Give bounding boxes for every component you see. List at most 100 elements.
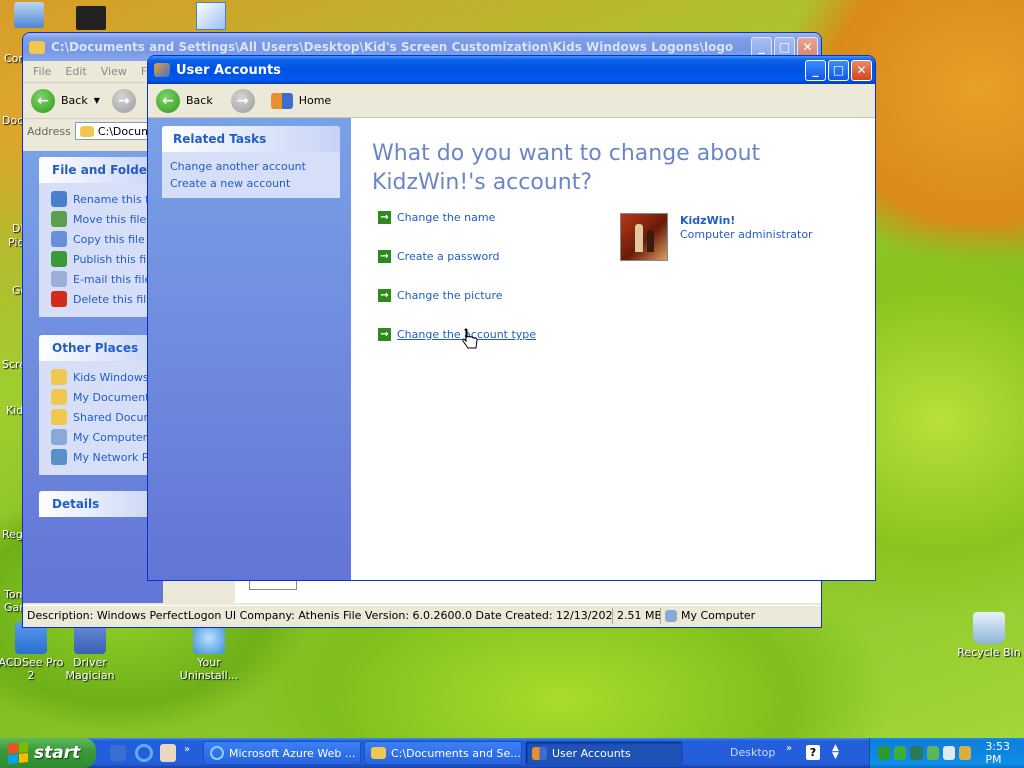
other-places-panel: Other Places Kids Windows L My Documents S… (39, 335, 163, 475)
back-button-label[interactable]: Back (61, 94, 88, 107)
user-accounts-title: User Accounts (176, 62, 281, 78)
ie-quicklaunch-icon[interactable] (135, 744, 153, 762)
status-location: My Computer (661, 608, 759, 624)
user-accounts-toolbar: ← Back → Home (148, 84, 875, 118)
desktop-icon-label: Driver Magician (65, 656, 115, 682)
user-accounts-icon (532, 746, 547, 760)
details-panel: Details (39, 491, 163, 517)
desktop-icon-your-uninstaller[interactable]: Your Uninstall... (174, 622, 244, 682)
clock[interactable]: 3:53 PM (985, 740, 1024, 766)
desktop-shortcut-icon[interactable] (196, 2, 226, 30)
tray-app-icon[interactable] (926, 746, 939, 760)
desktop-icon-label[interactable]: Gar (4, 601, 24, 614)
forward-arrow-icon[interactable]: → (111, 88, 136, 113)
task-link-label: My Documents (73, 390, 156, 404)
other-places-header[interactable]: Other Places (39, 335, 163, 361)
create-password-option[interactable]: → Create a password (378, 250, 500, 263)
desktop-shortcut-icon[interactable] (76, 6, 106, 30)
chess-piece-icon (647, 230, 654, 252)
status-location-label: My Computer (681, 609, 756, 622)
start-button[interactable]: start (0, 738, 96, 768)
toolbar-scroll-icon[interactable]: ▲ ▼ (832, 744, 844, 761)
publish-icon (51, 251, 67, 267)
task-link-label: Publish this file (73, 252, 157, 266)
create-new-account-link[interactable]: Create a new account (170, 175, 340, 192)
back-arrow-icon[interactable]: ← (31, 88, 55, 113)
move-icon (51, 211, 67, 227)
home-button-label[interactable]: Home (299, 94, 331, 107)
change-name-option[interactable]: → Change the name (378, 211, 495, 224)
taskbar-button-user-accounts[interactable]: User Accounts (525, 741, 683, 765)
option-label[interactable]: Create a password (397, 250, 500, 263)
user-accounts-task-pane: Related Tasks Change another account Cre… (148, 118, 351, 580)
change-another-account-link[interactable]: Change another account (170, 158, 340, 175)
tray-app-icon[interactable] (910, 746, 923, 760)
details-header[interactable]: Details (39, 491, 163, 517)
show-desktop-icon[interactable] (110, 745, 126, 761)
file-list-area[interactable] (235, 578, 821, 603)
task-link-label: E-mail this file (73, 272, 152, 286)
desktop-icon-recycle-bin[interactable]: Recycle Bin (954, 612, 1024, 659)
minimize-button[interactable]: _ (805, 59, 826, 81)
tray-app-icon[interactable] (894, 746, 907, 760)
delete-icon (51, 291, 67, 307)
back-arrow-icon[interactable]: ← (156, 88, 180, 113)
option-label[interactable]: Change the picture (397, 289, 503, 302)
hand-cursor-icon (462, 328, 478, 349)
copy-icon (51, 231, 67, 247)
option-label[interactable]: Change the name (397, 211, 495, 224)
menu-view[interactable]: View (101, 65, 127, 78)
folder-icon (371, 747, 386, 759)
tray-app-icon[interactable] (942, 746, 956, 760)
quicklaunch-expand-icon[interactable]: » (184, 744, 190, 755)
taskbar-button-azure[interactable]: Microsoft Azure Web ... (203, 741, 361, 765)
tray-app-icon[interactable] (878, 746, 891, 760)
file-tasks-panel: File and Folder Ta Rename this file Move … (39, 157, 163, 317)
system-tray: 3:53 PM (869, 738, 1024, 768)
tray-app-icon[interactable] (959, 746, 972, 760)
change-picture-option[interactable]: → Change the picture (378, 289, 503, 302)
back-button-label[interactable]: Back (186, 94, 213, 107)
account-name: KidzWin! (680, 214, 736, 227)
close-button[interactable]: ✕ (851, 59, 872, 81)
chess-piece-icon (635, 224, 643, 252)
windows-logo-icon (8, 741, 28, 765)
menu-file[interactable]: File (33, 65, 51, 78)
related-tasks-header: Related Tasks (162, 126, 340, 152)
user-accounts-main: What do you want to change about KidzWin… (351, 118, 875, 580)
desktop-toolbar-label[interactable]: Desktop (730, 746, 775, 759)
desktop-icon-label[interactable]: Doc (2, 114, 23, 127)
file-tasks-header[interactable]: File and Folder Ta (39, 157, 163, 183)
home-icon[interactable] (270, 92, 293, 109)
task-link-label: Move this file (73, 212, 147, 226)
arrow-right-icon: → (378, 289, 391, 302)
taskbar-button-explorer[interactable]: C:\Documents and Se... (364, 741, 522, 765)
network-icon (51, 449, 67, 465)
quicklaunch-app-icon[interactable] (160, 744, 176, 762)
taskbar-button-label: C:\Documents and Se... (391, 746, 521, 760)
folder-icon (51, 369, 67, 385)
help-icon[interactable]: ? (806, 745, 820, 760)
task-link-label: My Computer (73, 430, 148, 444)
desktop-icon-label: Your Uninstall... (179, 656, 239, 682)
status-description: Description: Windows PerfectLogon UI Com… (23, 607, 613, 624)
explorer-task-pane: File and Folder Ta Rename this file Move … (23, 151, 163, 603)
file-tasks-list: Rename this file Move this file Copy this … (39, 183, 163, 317)
toolbar-expand-icon[interactable]: » (786, 743, 792, 754)
user-accounts-title-bar[interactable]: User Accounts _ □ ✕ (148, 56, 875, 84)
change-account-type-option[interactable]: → Change the account type (378, 328, 536, 341)
explorer-title: C:\Documents and Settings\All Users\Desk… (51, 40, 734, 54)
my-computer-icon (51, 429, 67, 445)
my-documents-icon (51, 389, 67, 405)
task-link-label: My Network Pla (73, 450, 159, 464)
folder-icon (79, 125, 94, 137)
maximize-button[interactable]: □ (828, 59, 849, 81)
desktop-shortcut-icon[interactable] (14, 2, 44, 28)
desktop-icon-driver-magician[interactable]: Driver Magician (55, 622, 125, 682)
user-accounts-icon (154, 63, 170, 77)
back-dropdown-icon[interactable]: ▼ (94, 96, 100, 105)
menu-edit[interactable]: Edit (65, 65, 86, 78)
forward-arrow-icon[interactable]: → (230, 88, 255, 113)
start-label: start (34, 743, 81, 763)
recycle-bin-icon (973, 612, 1005, 644)
